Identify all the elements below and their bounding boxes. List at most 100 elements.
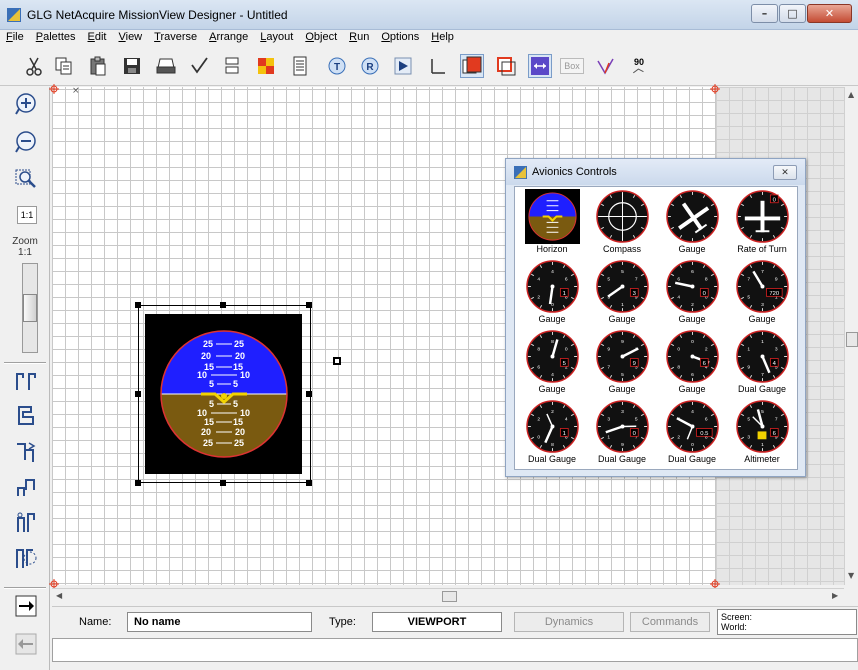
minimize-button[interactable]: – — [751, 4, 778, 23]
resize-handle[interactable] — [306, 302, 312, 308]
edge-color-icon[interactable] — [494, 54, 518, 78]
palette-title-bar[interactable]: Avionics Controls ✕ — [506, 159, 805, 185]
resize-handle[interactable] — [306, 480, 312, 486]
zoom-value: 1:1 — [18, 247, 32, 258]
rotation-pivot-handle[interactable] — [333, 357, 341, 365]
scroll-right-icon[interactable]: ▶ — [832, 591, 838, 600]
palette-close-button[interactable]: ✕ — [773, 165, 797, 180]
align-right-icon[interactable] — [13, 403, 39, 429]
menu-edit[interactable]: Edit — [82, 30, 113, 45]
menu-options[interactable]: Options — [375, 30, 425, 45]
commands-button[interactable]: Commands — [630, 612, 710, 632]
align-left-icon[interactable] — [13, 369, 39, 395]
scroll-up-icon[interactable]: ▲ — [848, 90, 854, 99]
resize-handle[interactable] — [306, 391, 312, 397]
antialias-icon[interactable] — [425, 54, 449, 78]
box-icon[interactable]: Box — [559, 54, 585, 78]
align-middle-icon[interactable] — [13, 545, 39, 571]
menu-object[interactable]: Object — [299, 30, 343, 45]
R-circle-icon[interactable]: R — [358, 54, 382, 78]
avionics-item-dial[interactable]: 5 7 9 1 3 5 3 Gauge — [587, 259, 657, 329]
rotate-pick-icon[interactable] — [594, 54, 618, 78]
avionics-item-alt[interactable]: 5 7 9 1 3 5 6 Altimeter — [727, 399, 797, 469]
scissors-icon[interactable] — [22, 54, 46, 78]
flip-icon[interactable] — [528, 54, 552, 78]
horizontal-scrollbar[interactable]: ◀ ▶ — [52, 588, 844, 603]
command-line-input[interactable] — [52, 638, 858, 662]
align-bottom-icon[interactable] — [13, 509, 39, 535]
fill-color-icon[interactable] — [460, 54, 484, 78]
avionics-item-dial[interactable]: 0 2 4 6 8 0 6 Gauge — [657, 329, 727, 399]
avionics-item-dial[interactable]: 1 3 5 7 9 1 4 Dual Gauge — [727, 329, 797, 399]
menu-help[interactable]: Help — [425, 30, 460, 45]
close-button[interactable]: ✕ — [807, 4, 852, 23]
dynamics-button[interactable]: Dynamics — [514, 612, 624, 632]
svg-text:3: 3 — [607, 417, 610, 423]
resize-handle[interactable] — [135, 480, 141, 486]
avionics-item-dial[interactable]: 6 8 0 2 4 6 0 Gauge — [657, 259, 727, 329]
properties-icon[interactable] — [288, 54, 312, 78]
svg-text:4: 4 — [551, 372, 554, 378]
step-into-icon[interactable] — [13, 593, 39, 619]
zoom-slider[interactable] — [22, 263, 38, 353]
svg-text:9: 9 — [607, 347, 610, 353]
avionics-item-turn[interactable]: 0 Rate of Turn — [727, 189, 797, 259]
menu-run[interactable]: Run — [343, 30, 375, 45]
horizon-gauge-icon — [525, 189, 580, 244]
name-field[interactable]: No name — [127, 612, 312, 632]
avionics-item-dual[interactable]: 2 4 6 8 0 2 1 Dual Gauge — [517, 399, 587, 469]
maximize-button[interactable]: □ — [779, 4, 806, 23]
vertical-scrollbar[interactable]: ▲ ▼ — [844, 87, 858, 585]
menu-traverse[interactable]: Traverse — [148, 30, 203, 45]
origin-x-mark: × — [72, 86, 80, 96]
menu-palettes[interactable]: Palettes — [30, 30, 82, 45]
world-coord-label: World: — [721, 622, 747, 632]
menu-file[interactable]: File — [0, 30, 30, 45]
avionics-item-dial[interactable]: 4 6 8 0 2 4 1 Gauge — [517, 259, 587, 329]
avionics-item-compass[interactable]: Compass — [587, 189, 657, 259]
align-top-icon[interactable] — [13, 475, 39, 501]
avionics-item-dial[interactable]: 8 0 2 4 6 8 5 Gauge — [517, 329, 587, 399]
scroll-down-icon[interactable]: ▼ — [848, 571, 854, 580]
horizon-indicator[interactable]: 25 25 20 20 15 15 10 10 5 5 5 5 10 10 15… — [145, 314, 302, 474]
zoom-label: Zoom 1:1 — [2, 236, 48, 258]
horizontal-scroll-thumb[interactable] — [442, 591, 457, 602]
step-out-icon[interactable] — [13, 631, 39, 657]
avionics-item-dial[interactable]: 7 9 1 3 5 7 720 Gauge — [727, 259, 797, 329]
check-arrow-icon[interactable] — [188, 54, 212, 78]
save-icon[interactable] — [120, 54, 144, 78]
svg-text:5: 5 — [621, 372, 624, 378]
avionics-item-dial[interactable]: 9 1 3 5 7 9 9 Gauge — [587, 329, 657, 399]
resize-handle[interactable] — [220, 480, 226, 486]
zoom-1-1-button[interactable]: 1:1 — [17, 206, 37, 224]
play-icon[interactable] — [391, 54, 415, 78]
color-palette-icon[interactable] — [254, 54, 278, 78]
palette-divider — [4, 362, 46, 364]
status-bar: Name: No name Type: VIEWPORT Dynamics Co… — [52, 606, 858, 636]
align-icon[interactable] — [220, 54, 244, 78]
avionics-item-dual[interactable]: 4 6 8 0 2 4 0.5 Dual Gauge — [657, 399, 727, 469]
menu-layout[interactable]: Layout — [254, 30, 299, 45]
zoom-to-box-icon[interactable] — [13, 165, 39, 191]
menu-view[interactable]: View — [112, 30, 148, 45]
avionics-item-horizon[interactable]: Horizon — [517, 189, 587, 259]
menu-arrange[interactable]: Arrange — [203, 30, 254, 45]
copy-icon[interactable] — [52, 54, 76, 78]
avionics-item-dual[interactable]: 3 5 7 9 1 3 0 Dual Gauge — [587, 399, 657, 469]
avionics-item-label: Gauge — [678, 244, 706, 254]
avionics-item-plane[interactable]: Gauge — [657, 189, 727, 259]
paste-icon[interactable] — [86, 54, 110, 78]
resize-handle[interactable] — [135, 302, 141, 308]
vertical-scroll-thumb[interactable] — [846, 332, 858, 347]
T-circle-icon[interactable]: T — [325, 54, 349, 78]
scroll-left-icon[interactable]: ◀ — [56, 591, 62, 600]
zoom-in-icon[interactable] — [13, 91, 39, 117]
rotate-90-icon[interactable]: 90 — [627, 54, 651, 78]
zoom-out-icon[interactable] — [13, 129, 39, 155]
resize-handle[interactable] — [135, 391, 141, 397]
zoom-slider-thumb[interactable] — [23, 294, 37, 322]
svg-text:R: R — [366, 62, 374, 73]
align-center-icon[interactable] — [13, 439, 39, 465]
resize-handle[interactable] — [220, 302, 226, 308]
print-icon[interactable] — [154, 54, 178, 78]
